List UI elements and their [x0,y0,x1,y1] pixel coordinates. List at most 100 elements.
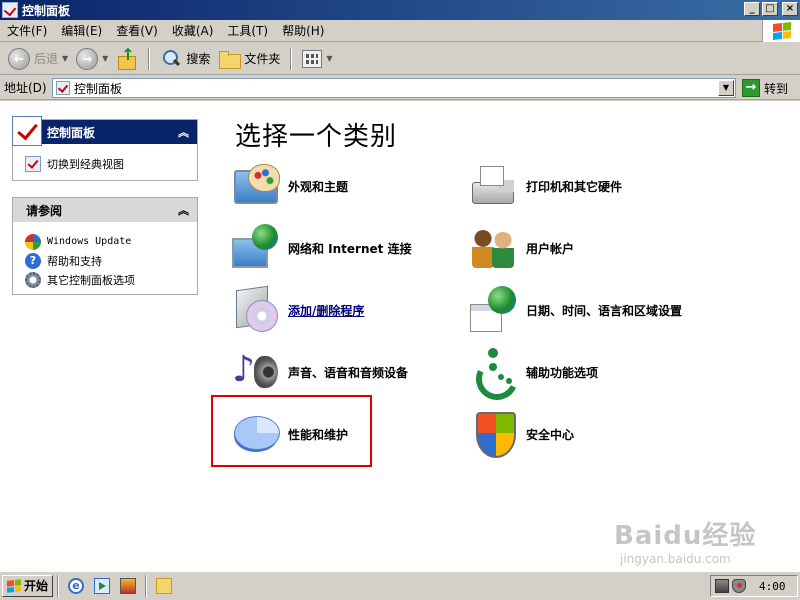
help-support-link[interactable]: ? 帮助和支持 [25,251,189,270]
menu-help[interactable]: 帮助(H) [275,21,331,41]
control-panel-large-icon [12,116,42,146]
menu-view[interactable]: 查看(V) [109,21,165,41]
back-button[interactable]: ← 后退 ▼ [4,46,72,72]
control-panel-panel-body: 切换到经典视图 [13,144,197,181]
security-alert-icon[interactable] [732,579,746,593]
category-accessibility[interactable]: 辅助功能选项 [468,344,598,400]
folder-up-icon [116,45,138,70]
category-label: 打印机和其它硬件 [526,179,623,194]
control-panel-small-icon [56,81,70,95]
panel-title: 控制面板 [47,125,96,140]
gear-icon [25,271,41,288]
category-label: 日期、时间、语言和区域设置 [526,303,683,318]
address-label: 地址(D) [4,81,47,95]
media-player-icon[interactable] [94,577,111,594]
show-desktop-icon[interactable] [120,577,137,594]
category-network-internet[interactable]: 网络和 Internet 连接 [230,220,412,276]
start-button[interactable]: 开始 [2,574,54,597]
category-label: 外观和主题 [288,179,349,194]
internet-explorer-icon[interactable]: e [68,577,85,594]
forward-arrow-icon: → [76,47,99,70]
help-icon: ? [25,252,41,269]
menu-edit[interactable]: 编辑(E) [54,21,109,41]
maximize-button[interactable]: □ [762,2,778,16]
category-printers-hardware[interactable]: 打印机和其它硬件 [468,158,622,214]
search-button[interactable]: 搜索 [156,46,214,72]
category-pane: 选择一个类别 外观和主题 打印机和其它硬件 网络和 Internet 连接 用户… [222,101,800,570]
baidu-watermark: Baidu经验 jingyan.baidu.com [614,515,756,566]
category-appearance-themes[interactable]: 外观和主题 [230,158,348,214]
category-label: 声音、语音和音频设备 [288,365,409,380]
control-panel-icon [2,2,18,18]
watermark-text: Baidu经验 [614,521,757,551]
folders-button[interactable]: 文件夹 [214,46,284,72]
go-arrow-icon: → [742,79,760,97]
switch-classic-view-label: 切换到经典视图 [47,157,124,171]
minimize-button[interactable]: _ [744,2,760,16]
category-sound-audio[interactable]: 声音、语音和音频设备 [230,344,408,400]
category-date-time-region[interactable]: 日期、时间、语言和区域设置 [468,282,682,338]
add-remove-programs-icon [230,284,282,336]
windows-update-icon [25,233,41,250]
network-internet-icon [230,222,282,274]
watermark-url: jingyan.baidu.com [620,552,731,566]
up-button[interactable] [112,45,142,72]
windows-flag-icon [772,22,791,40]
printer-hardware-icon [468,160,520,212]
taskbar-folder-icon[interactable] [156,577,173,594]
start-label: 开始 [24,579,49,593]
quicklaunch-separator [145,574,148,597]
close-button[interactable]: × [782,2,798,16]
highlight-box [211,395,372,467]
menu-file[interactable]: 文件(F) [0,21,54,41]
collapse-chevron-icon[interactable]: ︽ [178,124,189,140]
title-bar: 控制面板 _ □ × [0,0,800,20]
network-icon[interactable] [715,579,729,593]
windows-logo [762,20,800,42]
quicklaunch-separator [57,574,60,597]
address-bar: 地址(D) 控制面板 ▼ → 转到 [0,76,800,100]
category-label: 用户帐户 [526,241,575,256]
views-button[interactable]: ▼ [298,46,336,72]
menu-tools[interactable]: 工具(T) [220,21,275,41]
views-dropdown-icon[interactable]: ▼ [326,54,332,63]
collapse-chevron-icon[interactable]: ︽ [178,202,189,218]
accessibility-icon [468,346,520,398]
window-title: 控制面板 [22,3,71,18]
views-icon [302,49,323,68]
toolbar-separator [148,47,151,70]
classic-view-icon [25,155,41,172]
category-label: 添加/删除程序 [288,303,365,318]
forward-dropdown-icon[interactable]: ▼ [102,54,108,63]
sound-audio-icon [230,346,282,398]
category-security-center[interactable]: 安全中心 [468,406,574,462]
page-title: 选择一个类别 [235,122,398,152]
category-add-remove-programs[interactable]: 添加/删除程序 [230,282,364,338]
taskbar: 开始 e 4:00 [0,570,800,600]
back-label: 后退 [34,52,59,66]
see-also-panel-header[interactable]: 请参阅 ︽ [13,198,197,222]
system-tray: 4:00 [710,575,798,597]
back-dropdown-icon[interactable]: ▼ [62,54,68,63]
appearance-themes-icon [230,160,282,212]
security-center-icon [468,408,520,460]
control-panel-panel-header[interactable]: 控制面板 ︽ [12,116,197,146]
control-panel-panel: 控制面板 ︽ 切换到经典视图 [12,116,198,181]
category-label: 安全中心 [526,427,575,442]
clock[interactable]: 4:00 [759,580,786,593]
category-user-accounts[interactable]: 用户帐户 [468,220,574,276]
forward-button[interactable]: → ▼ [72,46,112,72]
toolbar-separator [290,47,293,70]
see-also-panel: 请参阅 ︽ Windows Update ? 帮助和支持 其它控制面板选项 [12,197,198,295]
folder-icon [218,50,242,69]
address-input[interactable]: 控制面板 ▼ [52,78,736,98]
other-options-link[interactable]: 其它控制面板选项 [25,270,189,289]
user-accounts-icon [468,222,520,274]
menu-favorites[interactable]: 收藏(A) [165,21,221,41]
see-also-panel-body: Windows Update ? 帮助和支持 其它控制面板选项 [13,222,197,297]
windows-update-link[interactable]: Windows Update [25,232,189,251]
switch-classic-view-link[interactable]: 切换到经典视图 [25,154,189,173]
address-value: 控制面板 [74,81,123,96]
address-dropdown-button[interactable]: ▼ [718,80,734,96]
go-button[interactable]: → 转到 [742,78,788,98]
